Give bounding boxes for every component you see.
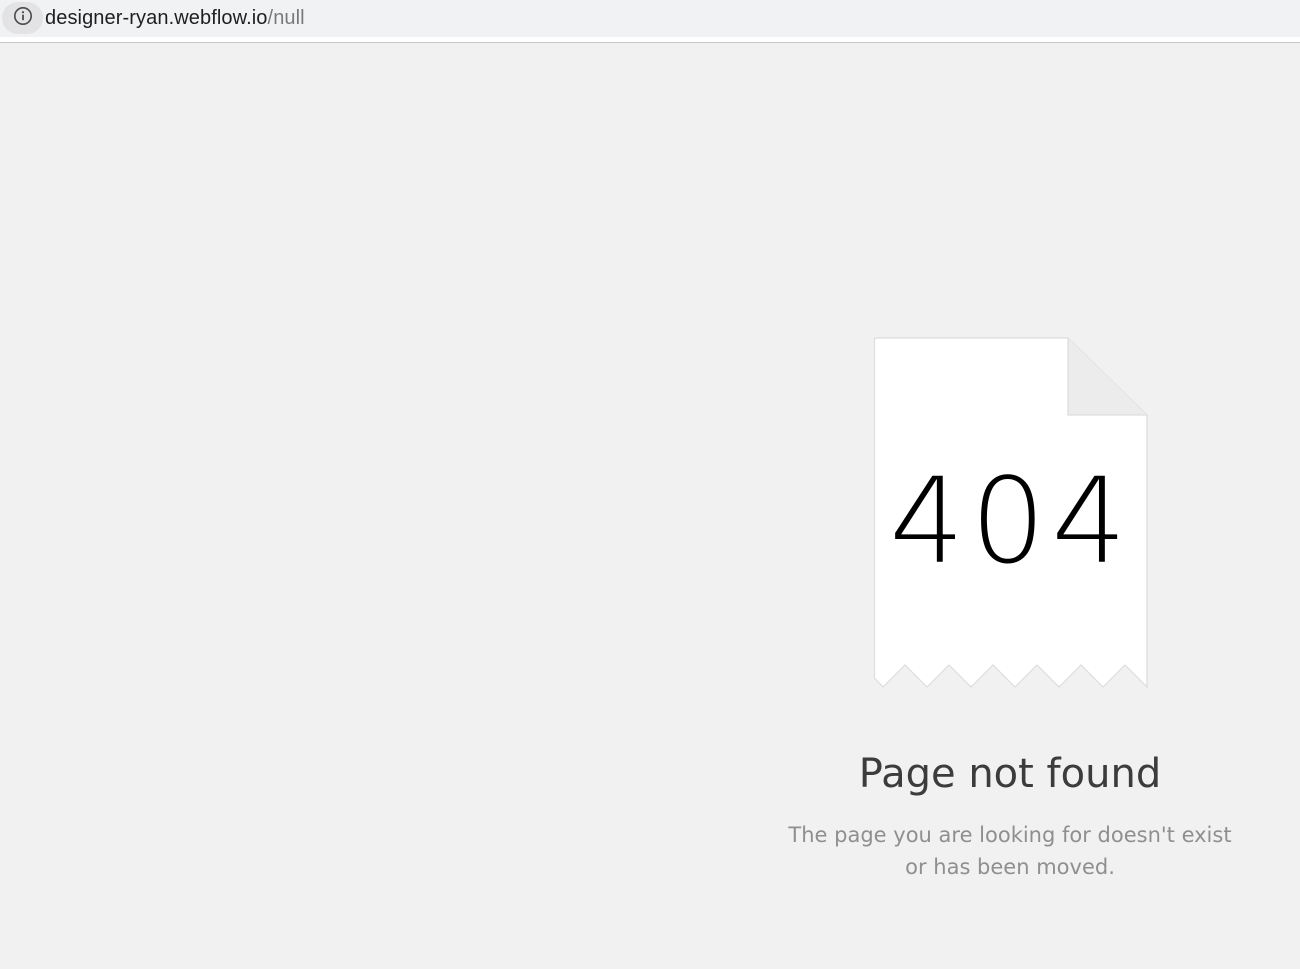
url-host: designer-ryan.webflow.io bbox=[45, 7, 268, 29]
url-path: /null bbox=[267, 7, 305, 29]
page-title: Page not found bbox=[858, 751, 1162, 797]
error-code: 404 bbox=[889, 452, 1133, 590]
error-message: The page you are looking for doesn't exi… bbox=[788, 823, 1232, 879]
toolbar-divider bbox=[0, 37, 1300, 43]
browser-address-bar: designer-ryan.webflow.io/null bbox=[0, 0, 1300, 43]
url-text[interactable]: designer-ryan.webflow.io/null bbox=[45, 6, 305, 30]
address-field[interactable]: designer-ryan.webflow.io/null bbox=[0, 0, 1300, 37]
site-info-button[interactable] bbox=[2, 2, 43, 34]
info-icon bbox=[13, 6, 33, 31]
